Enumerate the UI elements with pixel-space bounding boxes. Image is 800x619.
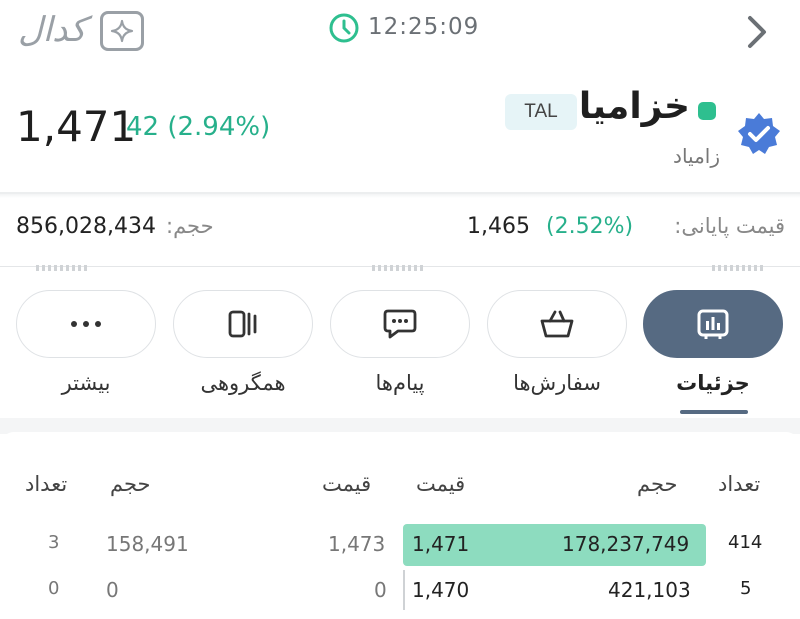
buy-count-header: تعداد [718,472,761,496]
orders-label: سفارش‌ها [513,371,601,395]
close-price-value: 1,465 [467,214,530,239]
details-button[interactable] [643,290,783,358]
sell-price-cell: 0 [374,578,387,602]
scroll-hint [712,265,766,271]
details-label: جزئیات [676,371,750,395]
basket-icon [540,310,574,338]
buy-price-cell: 1,470 [412,578,470,602]
clock-icon [329,13,359,43]
sell-count-cell: 3 [48,532,60,553]
chevron-right-icon[interactable] [740,12,772,52]
close-price-percent: (2.52%) [546,214,634,239]
scroll-hint [372,265,426,271]
header-shadow [0,194,800,198]
messages-button[interactable] [330,290,470,358]
clock-time: 12:25:09 [368,14,480,40]
verified-badge-icon [738,113,780,154]
sell-volume-cell: 0 [106,578,119,602]
symbol-tag: TAL [505,94,577,130]
buy-price-header: قیمت [416,472,466,496]
sell-volume-cell: 158,491 [106,532,189,556]
more-button[interactable] [16,290,156,358]
peers-label: همگروهی [200,371,286,395]
orders-button[interactable] [487,290,627,358]
messages-label: پیام‌ها [375,371,425,395]
price-change: 42 (2.94%) [126,112,271,142]
sell-volume-header: حجم [110,472,151,496]
active-tab-indicator [680,410,748,414]
buy-volume-cell: 421,103 [608,578,691,602]
more-label: بیشتر [61,371,111,395]
symbol-name: خزامیا [578,86,690,127]
codal-logo[interactable]: کدال [18,10,86,50]
scroll-hint [36,265,90,271]
volume-label: حجم: [166,214,214,238]
status-dot [698,102,716,120]
sell-count-cell: 0 [48,578,60,599]
chart-icon [697,309,729,339]
peers-button[interactable] [173,290,313,358]
close-price-label: قیمت پایانی: [674,214,785,238]
company-name: زامیاد [673,144,720,168]
buy-volume-cell: 178,237,749 [562,532,690,556]
group-icon [228,310,257,338]
buy-volume-header: حجم [637,472,678,496]
book-center-line [403,570,405,610]
top-bar: کدال 12:25:09 [0,0,800,72]
buy-count-cell: 414 [728,532,763,553]
more-icon [71,321,101,327]
buy-count-cell: 5 [740,578,752,599]
sell-price-header: قیمت [322,472,372,496]
chat-icon [383,309,417,339]
sell-count-header: تعداد [25,472,68,496]
buy-price-cell: 1,471 [412,532,470,556]
volume-value: 856,028,434 [16,214,156,239]
last-price: 1,471 [16,102,137,151]
sparkle-icon[interactable] [100,11,144,51]
sell-price-cell: 1,473 [328,532,386,556]
